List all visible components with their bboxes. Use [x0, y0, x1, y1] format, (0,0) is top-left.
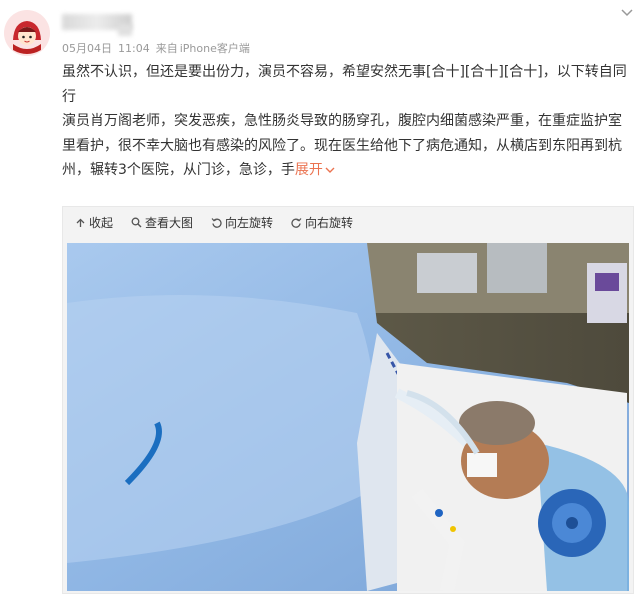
username-blurred-extra [118, 24, 132, 36]
rotate-right-icon [291, 217, 302, 228]
rotate-left-label[interactable]: 向左旋转 [225, 214, 273, 231]
media-panel: 收起 查看大图 向左旋转 向右旋转 [62, 206, 634, 594]
media-toolbar: 收起 查看大图 向左旋转 向右旋转 [63, 207, 633, 237]
rotate-left-icon [211, 217, 222, 228]
post-time[interactable]: 11:04 [118, 42, 150, 55]
post-photo[interactable] [67, 243, 629, 591]
chevron-down-icon[interactable] [620, 8, 634, 18]
source-prefix: 来自 [155, 42, 178, 55]
post-text: 虽然不认识，但还是要出份力，演员不容易，希望安然无事[合十][合十][合十]，以… [62, 60, 632, 183]
rotate-left-button[interactable]: 向左旋转 [211, 214, 273, 231]
rotate-right-label[interactable]: 向右旋转 [305, 214, 353, 231]
post-meta: 05月04日 11:04 来自 iPhone客户端 [62, 40, 256, 56]
rotate-right-button[interactable]: 向右旋转 [291, 214, 353, 231]
avatar[interactable] [4, 10, 50, 56]
expand-chevron-icon [325, 167, 335, 173]
post-paragraph-1: 虽然不认识，但还是要出份力，演员不容易，希望安然无事[合十][合十][合十]，以… [62, 64, 627, 105]
post-paragraph-2: 演员肖万阁老师，突发恶疾，急性肠炎导致的肠穿孔，腹腔内细菌感染严重，在重症监护室… [62, 109, 632, 183]
post-source[interactable]: iPhone客户端 [180, 42, 250, 55]
post-paragraph-2-text: 演员肖万阁老师，突发恶疾，急性肠炎导致的肠穿孔，腹腔内细菌感染严重，在重症监护室… [62, 113, 622, 178]
hospital-photo [67, 243, 629, 591]
view-large-label[interactable]: 查看大图 [145, 214, 193, 231]
collapse-button[interactable]: 收起 [75, 214, 113, 231]
collapse-label[interactable]: 收起 [89, 214, 113, 231]
view-large-button[interactable]: 查看大图 [131, 214, 193, 231]
magnifier-icon [131, 217, 142, 227]
expand-label[interactable]: 展开 [295, 162, 323, 178]
post-date[interactable]: 05月04日 [62, 42, 112, 55]
expand-link[interactable]: 展开 [295, 162, 335, 178]
collapse-icon [76, 218, 85, 227]
